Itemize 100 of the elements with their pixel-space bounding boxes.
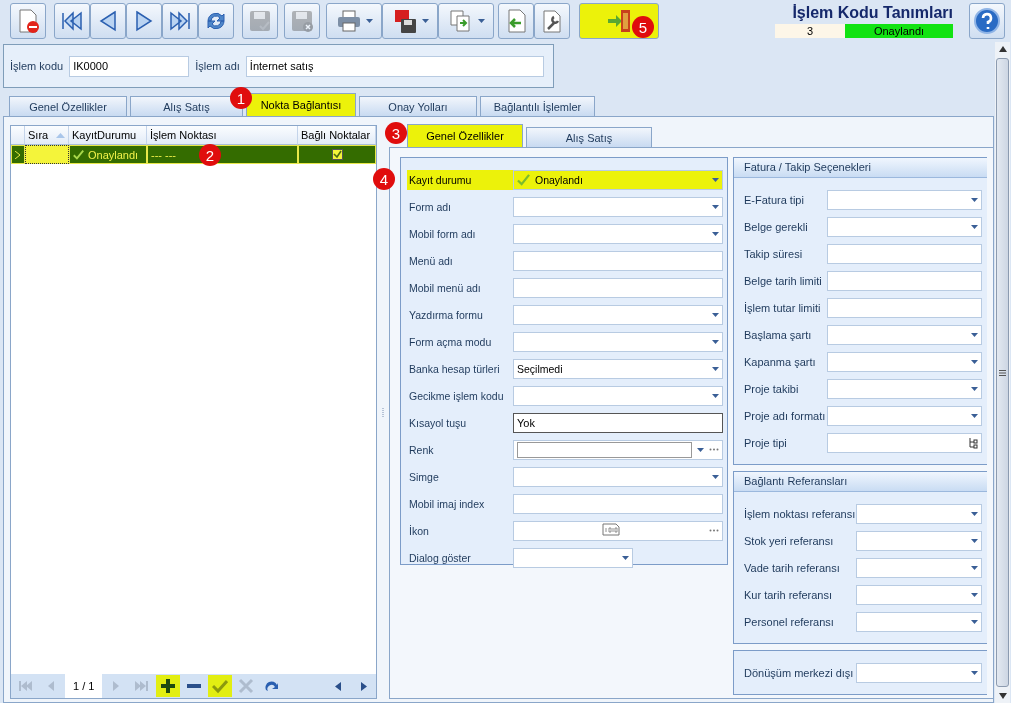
binary-file-icon <box>601 523 620 536</box>
caret-icon[interactable] <box>971 224 978 229</box>
field-label: Proje takibi <box>743 381 800 397</box>
text-field[interactable] <box>513 277 723 298</box>
first-button[interactable] <box>54 3 90 39</box>
last-button[interactable] <box>162 3 198 39</box>
refresh-button[interactable] <box>198 3 234 39</box>
pdf-button[interactable] <box>382 3 438 39</box>
dropdown-field[interactable] <box>856 584 982 605</box>
caret-icon[interactable] <box>971 386 978 391</box>
caret-icon[interactable] <box>971 511 978 516</box>
table-cell <box>25 145 69 164</box>
dropdown-field[interactable]: Seçilmedi <box>513 358 723 379</box>
caret-icon[interactable] <box>622 555 629 560</box>
scrollbar-thumb[interactable] <box>996 58 1009 687</box>
dropdown-field[interactable] <box>513 385 723 406</box>
field-label: Takip süresi <box>743 246 804 262</box>
caret-icon[interactable] <box>712 366 719 371</box>
text-field[interactable] <box>827 270 982 291</box>
next-button[interactable] <box>126 3 162 39</box>
tab[interactable]: Genel Özellikler <box>9 96 127 116</box>
dropdown-field[interactable] <box>513 466 723 487</box>
first-icon <box>59 8 85 34</box>
dropdown-field[interactable] <box>513 196 723 217</box>
field-label: Stok yeri referansı <box>743 533 835 549</box>
ellipsis-icon[interactable] <box>709 529 719 532</box>
caret-icon[interactable] <box>365 19 373 23</box>
caret-icon[interactable] <box>971 359 978 364</box>
exit-button[interactable]: 5 <box>579 3 659 39</box>
caret-icon[interactable] <box>712 474 719 479</box>
sort-ascending-icon <box>56 132 65 138</box>
dropdown-field[interactable] <box>856 530 982 551</box>
dropdown-field[interactable] <box>513 304 723 325</box>
column-header[interactable]: Bağlı Noktalar <box>298 126 376 145</box>
caret-icon[interactable] <box>971 413 978 418</box>
caret-icon[interactable] <box>971 592 978 597</box>
column-header[interactable]: İşlem Noktası <box>147 126 298 145</box>
text-field[interactable] <box>513 250 723 271</box>
dropdown-field[interactable] <box>827 351 982 372</box>
dropdown-field[interactable] <box>513 547 633 568</box>
tab[interactable]: Genel Özellikler <box>407 124 523 147</box>
caret-icon[interactable] <box>697 447 704 452</box>
caret-icon[interactable] <box>971 538 978 543</box>
row-indicator[interactable] <box>11 145 25 164</box>
dropdown-field[interactable]: Onaylandı <box>513 169 723 190</box>
tree-icon <box>968 436 978 449</box>
caret-icon[interactable] <box>712 339 719 344</box>
import-button[interactable] <box>498 3 534 39</box>
dropdown-field[interactable] <box>513 223 723 244</box>
dropdown-field[interactable] <box>856 662 982 683</box>
dropdown-field[interactable] <box>856 557 982 578</box>
tab[interactable]: Bağlantılı İşlemler <box>480 96 595 116</box>
tab[interactable]: Alış Satış <box>526 127 652 147</box>
dropdown-field[interactable] <box>827 324 982 345</box>
caret-icon[interactable] <box>712 312 719 317</box>
text-field[interactable]: İnternet satış <box>245 55 544 77</box>
help-icon <box>973 7 1001 35</box>
new-button[interactable] <box>10 3 46 39</box>
left-arrow-icon <box>335 681 341 691</box>
column-header[interactable]: KayıtDurumu <box>69 126 147 145</box>
scroll-up-icon[interactable] <box>998 46 1007 52</box>
color-picker-field[interactable] <box>513 439 723 460</box>
window-title: İşlem Kodu Tanımları <box>792 4 953 22</box>
field-label: Form açma modu <box>408 334 493 350</box>
scroll-down-icon[interactable] <box>998 693 1007 699</box>
ellipsis-icon[interactable] <box>709 448 719 451</box>
caret-icon[interactable] <box>421 19 429 23</box>
caret-icon[interactable] <box>971 670 978 675</box>
dropdown-field[interactable] <box>513 331 723 352</box>
help-button[interactable] <box>969 3 1005 39</box>
caret-icon[interactable] <box>712 231 719 236</box>
text-field[interactable]: IK0000 <box>69 55 190 77</box>
text-field[interactable] <box>827 297 982 318</box>
image-picker-field[interactable] <box>513 520 723 541</box>
tab[interactable]: Nokta Bağlantısı <box>246 93 356 116</box>
dropdown-field[interactable] <box>827 189 982 210</box>
dropdown-field[interactable] <box>827 378 982 399</box>
text-field[interactable] <box>827 243 982 264</box>
dropdown-field[interactable] <box>856 611 982 632</box>
dropdown-field[interactable] <box>827 216 982 237</box>
settings-button[interactable] <box>534 3 570 39</box>
caret-icon[interactable] <box>477 19 485 23</box>
text-field[interactable] <box>513 493 723 514</box>
caret-icon[interactable] <box>712 393 719 398</box>
caret-icon[interactable] <box>971 565 978 570</box>
caret-icon[interactable] <box>712 204 719 209</box>
tree-picker-field[interactable] <box>827 432 982 453</box>
row-indicator-header <box>11 126 25 145</box>
caret-icon[interactable] <box>971 619 978 624</box>
caret-icon[interactable] <box>712 177 719 182</box>
caret-icon[interactable] <box>971 332 978 337</box>
text-field[interactable]: Yok <box>513 412 723 433</box>
tab[interactable]: Onay Yolları <box>359 96 477 116</box>
caret-icon[interactable] <box>971 197 978 202</box>
add-button[interactable] <box>156 675 181 697</box>
column-header[interactable]: Sıra <box>25 126 69 145</box>
dropdown-field[interactable] <box>856 503 982 524</box>
prev-button[interactable] <box>90 3 126 39</box>
dropdown-field[interactable] <box>827 405 982 426</box>
checkbox[interactable] <box>331 149 343 160</box>
